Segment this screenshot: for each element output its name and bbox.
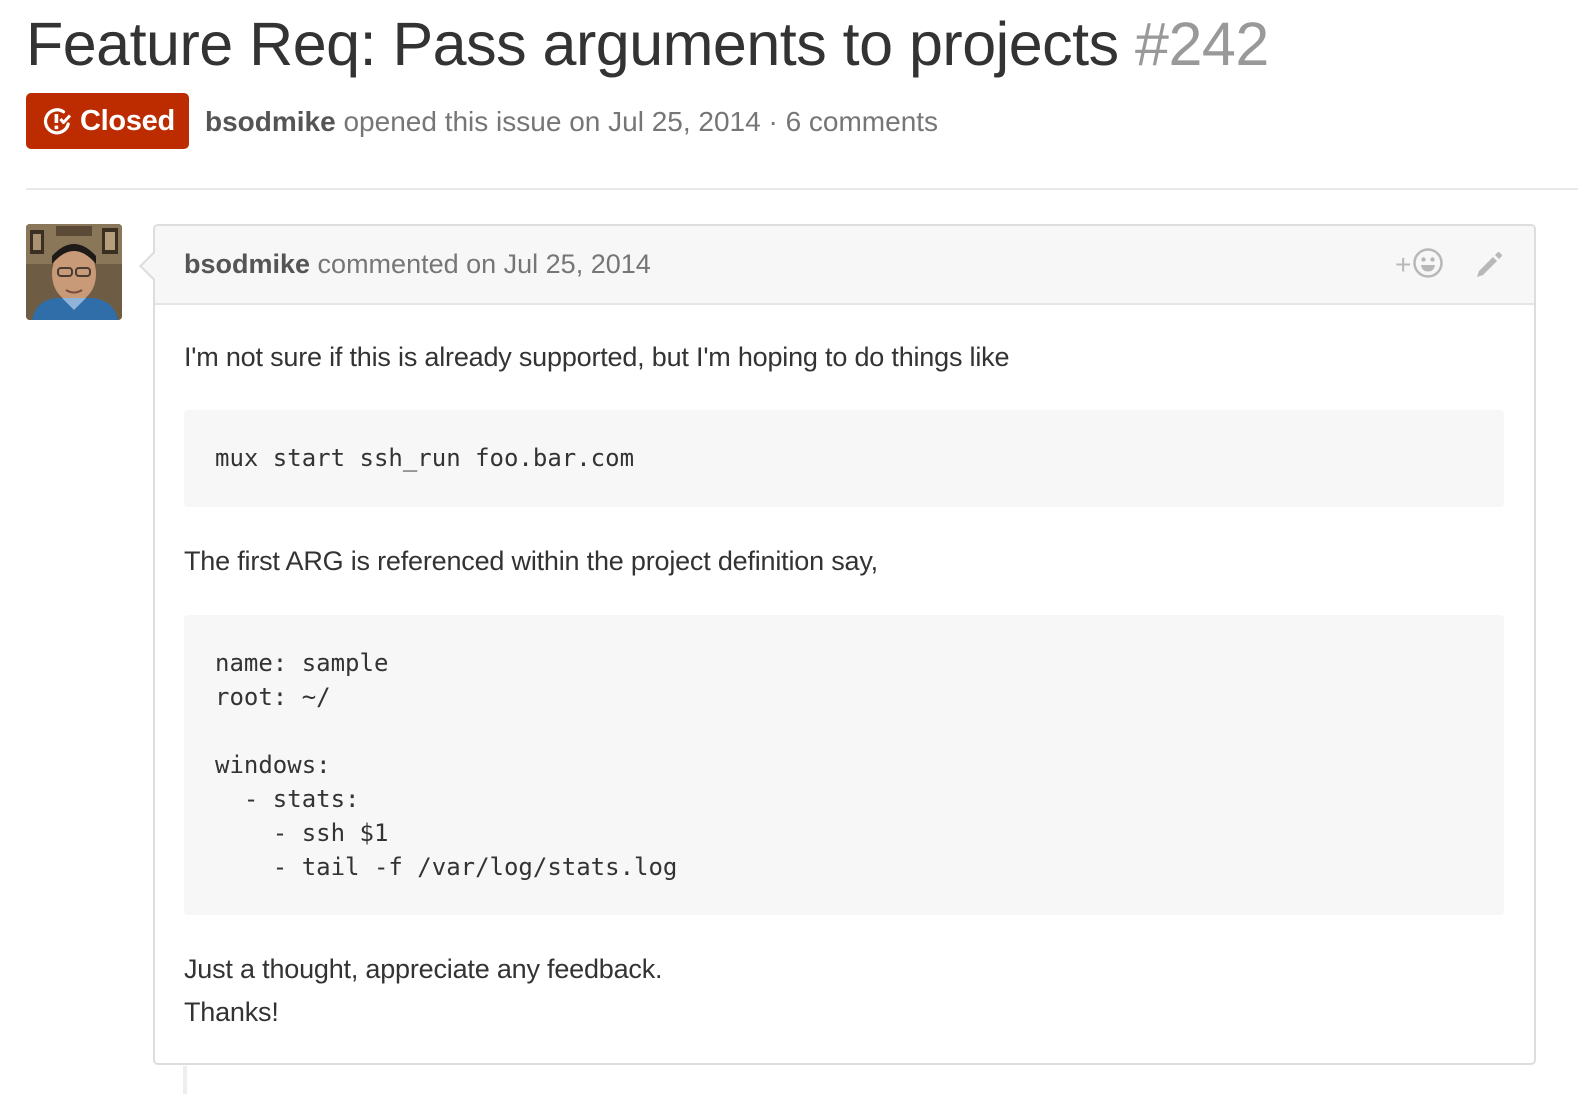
header-divider [26,188,1578,190]
comment-arrow-fill [142,252,156,280]
pencil-icon [1473,252,1505,285]
comment-paragraph: I'm not sure if this is already supporte… [184,342,1010,372]
issue-closed-icon [42,106,72,136]
issue-title-text: Feature Req: Pass arguments to projects [26,10,1119,78]
comment-header: bsodmike commented on Jul 25, 2014 + [155,226,1534,305]
comment-paragraph: The first ARG is referenced within the p… [184,546,878,576]
issue-number: #242 [1135,10,1269,78]
issue-author-link[interactable]: bsodmike [205,106,336,137]
comment-paragraph: Thanks! [184,997,279,1027]
comment-timestamp[interactable]: commented on Jul 25, 2014 [310,249,651,279]
add-reaction-button[interactable]: + [1395,247,1453,284]
timeline-line [183,1066,187,1094]
code-block: name: sample root: ~/ windows: - stats: … [184,615,1504,915]
code-block-text: name: sample root: ~/ windows: - stats: … [215,649,678,881]
smiley-icon [1412,247,1444,284]
state-label: Closed [80,104,175,137]
code-block-text: mux start ssh_run foo.bar.com [215,444,635,472]
comment-paragraph: Just a thought, appreciate any feedback. [184,954,663,984]
issue-title: Feature Req: Pass arguments to projects … [26,8,1269,80]
comment-header-text: bsodmike commented on Jul 25, 2014 [184,245,651,283]
state-badge-closed: Closed [26,93,189,149]
issue-opened-text: opened this issue on Jul 25, 2014 · 6 co… [335,106,939,137]
avatar[interactable] [26,224,122,320]
comment-box: bsodmike commented on Jul 25, 2014 + I'm… [139,224,1536,1065]
edit-comment-button[interactable] [1473,249,1505,281]
comment-author-link[interactable]: bsodmike [184,249,310,279]
code-block: mux start ssh_run foo.bar.com [184,410,1504,507]
issue-meta: bsodmike opened this issue on Jul 25, 20… [205,102,938,142]
plus-icon: + [1395,249,1412,280]
